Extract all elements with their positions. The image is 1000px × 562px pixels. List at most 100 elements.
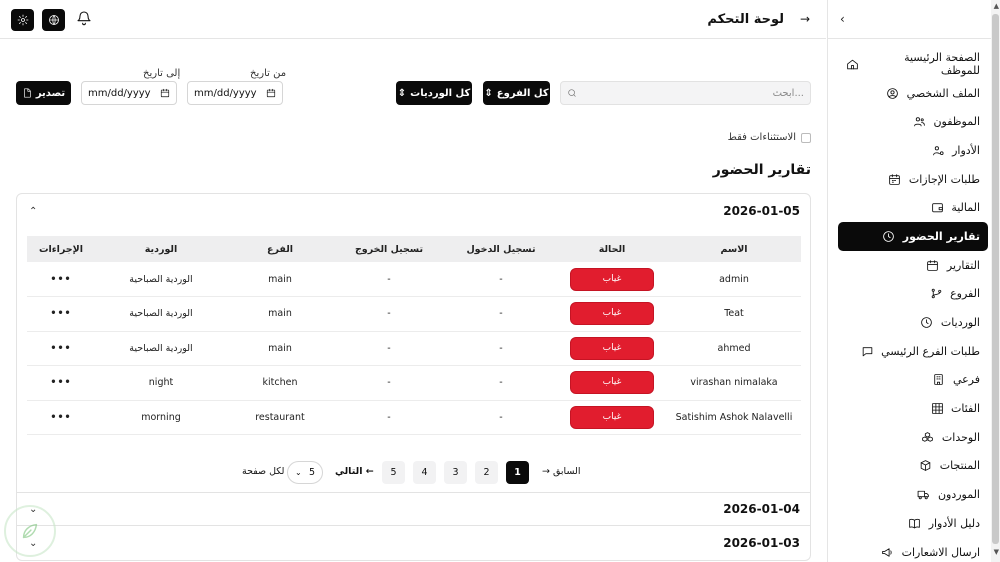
cell-branch: restaurant xyxy=(227,400,333,435)
row-actions-button[interactable]: ••• xyxy=(50,274,71,285)
cell-check-in: - xyxy=(445,296,557,332)
back-arrow-icon[interactable]: → xyxy=(800,12,810,26)
sidebar-item-employees[interactable]: الموظفون xyxy=(838,107,988,136)
cell-shift: الوردية الصباحية xyxy=(95,262,227,297)
sidebar-item-finance[interactable]: المالية xyxy=(838,193,988,222)
cell-branch: main xyxy=(227,296,333,332)
clock-icon xyxy=(920,316,934,330)
col-check-in: تسجيل الدخول xyxy=(445,236,557,262)
sidebar-item-label: طلبات الإجازات xyxy=(908,172,980,186)
sidebar-item-label: المنتجات xyxy=(939,459,980,473)
attendance-table: الإجراءات الوردية الفرع تسجيل الخروج تسج… xyxy=(27,236,801,435)
page-3-button[interactable]: 3 xyxy=(444,461,467,484)
cell-shift: morning xyxy=(95,400,227,435)
sidebar-item-reports[interactable]: التقارير xyxy=(838,251,988,280)
sidebar: ‹ الصفحة الرئيسية للموظف الملف الشخصي ال… xyxy=(827,0,1000,562)
page-4-button[interactable]: 4 xyxy=(413,461,436,484)
sidebar-item-roles-guide[interactable]: دليل الأدوار xyxy=(838,509,988,538)
from-date-input[interactable]: mm/dd/yyyy xyxy=(187,81,283,105)
sidebar-divider xyxy=(828,38,991,39)
row-actions-button[interactable]: ••• xyxy=(50,412,71,423)
sidebar-item-label: طلبات الفرع الرئيسي xyxy=(881,344,980,358)
cell-shift: الوردية الصباحية xyxy=(95,296,227,332)
chevron-updown-icon: ⇕ xyxy=(397,87,407,99)
calendar-icon xyxy=(160,88,170,98)
row-actions-button[interactable]: ••• xyxy=(50,308,71,319)
page-2-button[interactable]: 2 xyxy=(475,461,498,484)
chevron-down-icon: ⌄ xyxy=(295,468,302,477)
sidebar-item-label: المالية xyxy=(951,201,980,215)
sidebar-item-label: تقارير الحضور xyxy=(902,229,980,243)
sidebar-item-branches[interactable]: الفروع xyxy=(838,280,988,309)
date-group-header[interactable]: ⌄ 2026-01-03 xyxy=(17,526,810,560)
cell-check-out: - xyxy=(333,262,445,297)
to-date-input[interactable]: mm/dd/yyyy xyxy=(81,81,177,105)
sidebar-item-my-branch[interactable]: فرعي xyxy=(838,366,988,395)
cell-check-in: - xyxy=(445,400,557,435)
search-placeholder: ابحث... xyxy=(772,87,804,99)
scroll-up-icon[interactable]: ▲ xyxy=(994,2,999,10)
sidebar-item-label: الملف الشخصي xyxy=(906,86,980,100)
boxes-icon xyxy=(921,430,935,444)
pagination: → السابق 1 2 3 4 5 التالي ← ⌄ 5 لكل صفحة xyxy=(17,461,810,485)
group-date: 2026-01-03 xyxy=(723,536,800,550)
megaphone-icon xyxy=(881,545,895,559)
sidebar-item-shifts[interactable]: الورديات xyxy=(838,308,988,337)
date-group-header[interactable]: ⌃ 2026-01-05 xyxy=(17,194,810,228)
attendance-card: ⌃ 2026-01-05 الإجراءات الوردية الفرع تسج… xyxy=(16,193,811,561)
sidebar-item-profile[interactable]: الملف الشخصي xyxy=(838,79,988,108)
file-icon xyxy=(23,88,31,98)
language-button[interactable] xyxy=(42,9,65,31)
status-badge: غياب xyxy=(570,371,654,395)
sidebar-item-label: ارسال الاشعارات xyxy=(901,545,980,559)
exceptions-checkbox[interactable]: الاستثناءات فقط xyxy=(728,132,811,143)
notifications-button[interactable] xyxy=(76,10,92,29)
sidebar-item-units[interactable]: الوحدات xyxy=(838,423,988,452)
sidebar-item-send-notifications[interactable]: ارسال الاشعارات xyxy=(838,538,988,562)
date-group-header[interactable]: ⌄ 2026-01-04 xyxy=(17,492,810,526)
sidebar-item-main-branch-requests[interactable]: طلبات الفرع الرئيسي xyxy=(838,337,988,366)
from-date-value: mm/dd/yyyy xyxy=(194,87,257,99)
row-actions-button[interactable]: ••• xyxy=(50,343,71,354)
sidebar-item-label: الموردون xyxy=(937,488,980,502)
col-status: الحالة xyxy=(557,236,667,262)
shifts-dropdown[interactable]: كل الورديات ⇕ xyxy=(396,81,472,105)
cell-name: admin xyxy=(667,262,801,297)
prev-page-button[interactable]: → السابق xyxy=(542,466,580,477)
page-1-button[interactable]: 1 xyxy=(506,461,529,484)
bell-icon xyxy=(77,11,91,26)
logo-watermark xyxy=(4,505,56,557)
scrollbar-thumb[interactable] xyxy=(992,14,999,544)
package-icon xyxy=(919,459,933,473)
sidebar-item-label: دليل الأدوار xyxy=(928,516,980,530)
sidebar-item-leave-requests[interactable]: طلبات الإجازات xyxy=(838,165,988,194)
shifts-label: كل الورديات xyxy=(410,87,471,99)
status-badge: غياب xyxy=(570,267,654,291)
sidebar-item-employee-home[interactable]: الصفحة الرئيسية للموظف xyxy=(838,50,988,79)
sidebar-item-products[interactable]: المنتجات xyxy=(838,452,988,481)
branches-dropdown[interactable]: كل الفروع ⇕ xyxy=(483,81,550,105)
search-input[interactable]: ابحث... xyxy=(560,81,811,105)
table-header-row: الإجراءات الوردية الفرع تسجيل الخروج تسج… xyxy=(27,236,801,262)
per-page-select[interactable]: ⌄ 5 xyxy=(287,461,323,484)
page-title: لوحة التحكم xyxy=(707,12,784,27)
sidebar-scrollbar[interactable]: ▲ ▼ xyxy=(991,0,1000,562)
export-button[interactable]: تصدير xyxy=(16,81,71,105)
scroll-down-icon[interactable]: ▼ xyxy=(994,548,999,556)
wallet-icon xyxy=(930,201,944,215)
export-label: تصدير xyxy=(35,87,66,99)
cell-branch: main xyxy=(227,331,333,366)
truck-icon xyxy=(917,488,931,502)
next-page-button[interactable]: التالي ← xyxy=(335,466,374,477)
checkbox-box[interactable] xyxy=(801,132,811,143)
settings-button[interactable] xyxy=(11,9,34,31)
sidebar-item-attendance-reports[interactable]: تقارير الحضور xyxy=(838,222,988,251)
row-actions-button[interactable]: ••• xyxy=(50,377,71,388)
chevron-updown-icon: ⇕ xyxy=(484,87,493,99)
collapse-sidebar-button[interactable]: ‹ xyxy=(840,12,845,26)
sidebar-item-categories[interactable]: الفئات xyxy=(838,394,988,423)
sidebar-item-suppliers[interactable]: الموردون xyxy=(838,480,988,509)
sidebar-item-roles[interactable]: الأدوار xyxy=(838,136,988,165)
cell-name: Satishim Ashok Nalavelli xyxy=(667,400,801,435)
page-5-button[interactable]: 5 xyxy=(382,461,405,484)
